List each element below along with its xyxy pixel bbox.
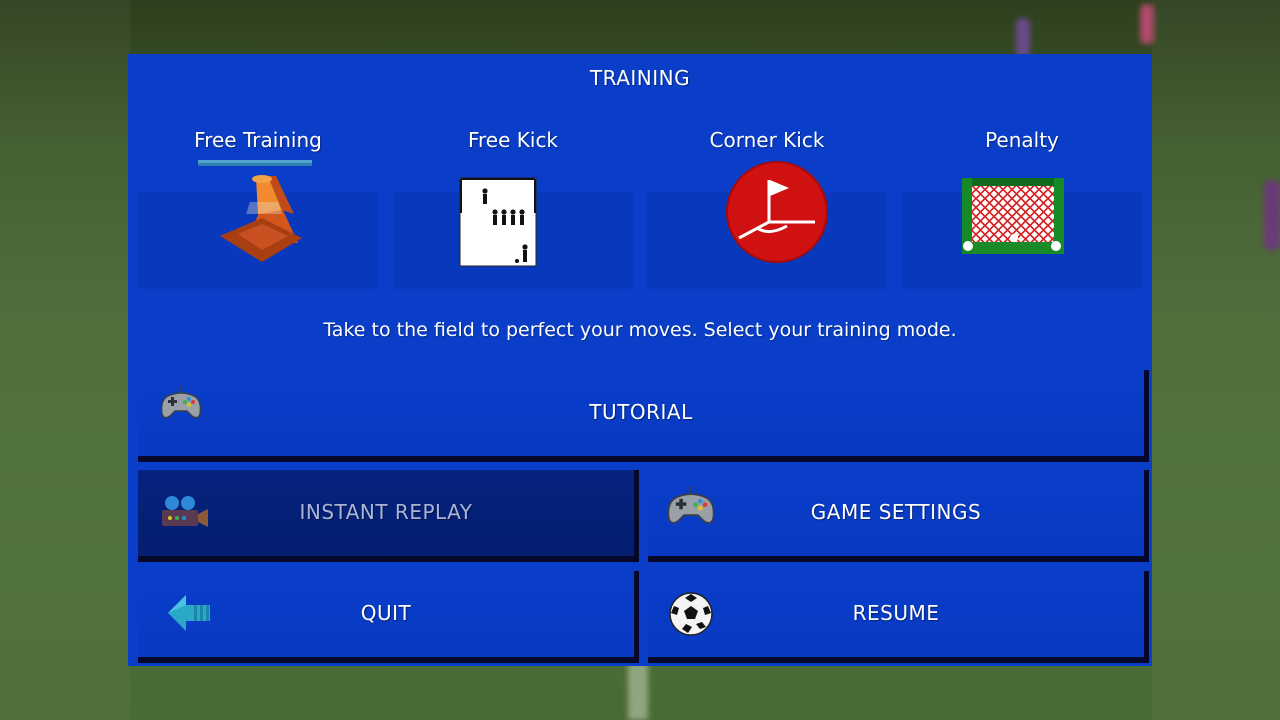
panel-title: TRAINING <box>589 66 691 90</box>
mode-corner-kick[interactable]: Corner Kick <box>647 124 887 289</box>
game-settings-label: GAME SETTINGS <box>810 500 982 524</box>
training-panel: TRAINING Free Training Free Kick Corner … <box>128 54 1152 666</box>
traffic-cone-icon <box>198 160 312 262</box>
mode-free-kick[interactable]: Free Kick <box>393 124 633 289</box>
corner-flag-icon <box>726 161 828 263</box>
mode-label: Penalty <box>985 128 1059 152</box>
mode-label: Free Kick <box>467 128 559 152</box>
quit-button[interactable]: QUIT <box>138 571 639 663</box>
training-description: Take to the field to perfect your moves.… <box>323 319 957 341</box>
free-kick-wall-icon <box>459 177 537 267</box>
mode-label: Corner Kick <box>709 128 825 152</box>
mode-free-training[interactable]: Free Training <box>138 124 378 289</box>
mode-label: Free Training <box>194 128 322 152</box>
instant-replay-label: INSTANT REPLAY <box>299 500 473 524</box>
mode-penalty[interactable]: Penalty <box>902 124 1142 289</box>
game-settings-button[interactable]: GAME SETTINGS <box>648 470 1149 562</box>
tutorial-button[interactable]: TUTORIAL <box>138 370 1149 462</box>
quit-label: QUIT <box>360 601 412 625</box>
resume-label: RESUME <box>852 601 940 625</box>
tutorial-label: TUTORIAL <box>589 400 693 424</box>
goal-net-icon <box>962 178 1064 254</box>
instant-replay-button[interactable]: INSTANT REPLAY <box>138 470 639 562</box>
resume-button[interactable]: RESUME <box>648 571 1149 663</box>
